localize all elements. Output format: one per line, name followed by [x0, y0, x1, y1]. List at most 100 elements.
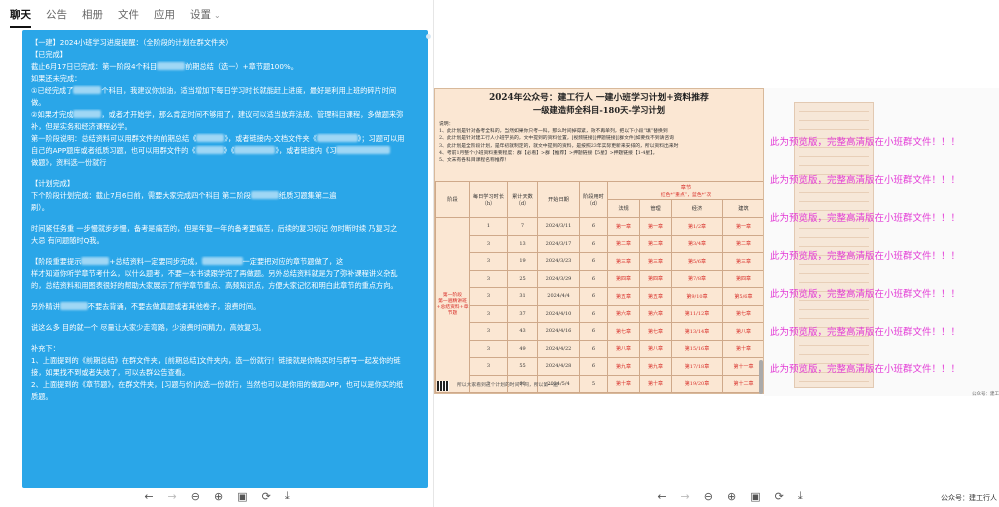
table-cell: 37: [507, 304, 538, 323]
message-line: 【阶段重要提示 +总结资料一定要同步完成， 一定要把对应的章节题做了，这: [31, 256, 419, 268]
document-subtitle: 一级建造师全科目-180天-学习计划: [532, 105, 666, 115]
sheet-footer: 公众号：建工: [972, 392, 999, 397]
table-row: 3 31 2024/4/4 6 第五章 第五章 第9/10章 第5/6章: [436, 287, 763, 306]
table-cell: 13: [507, 234, 538, 253]
col-cumulative-days: 累计天数（d）: [507, 181, 538, 218]
table-cell: 第1/2章: [671, 217, 723, 236]
tab-chat[interactable]: 聊天: [10, 0, 31, 30]
tab-apps[interactable]: 应用: [154, 0, 175, 30]
table-row: 3 19 2024/3/23 6 第三章 第三章 第5/6章 第三章: [436, 252, 763, 271]
tab-album[interactable]: 相册: [82, 0, 103, 30]
sheet-rule: [799, 264, 869, 265]
redacted-text: [195, 146, 224, 154]
table-cell: 第二章: [639, 234, 673, 253]
table-cell: 第二章: [721, 234, 763, 253]
message-text: ①已经完成了: [31, 86, 74, 95]
table-cell: 第十章: [721, 339, 763, 358]
next-arrow-icon[interactable]: →: [168, 490, 177, 503]
table-cell: 2024/3/11: [537, 217, 580, 236]
message-line: 【一建】2024小班学习进度提醒：（全阶段的计划在群文件夹）: [31, 37, 419, 49]
col-subject: 经济: [671, 199, 723, 218]
table-cell: 3: [469, 234, 508, 253]
message-text: 样才知道你听学章节考什么，以什么题考，不要一本书读跟学完了再做题。另外总结资料就…: [31, 269, 398, 278]
viewer-toolbar: ← → ⊖ ⊕ ▣ ⟳ ⤓: [630, 485, 830, 507]
sheet-rule: [799, 156, 869, 157]
table-cell: 第九章: [639, 357, 673, 376]
tab-announcement[interactable]: 公告: [46, 0, 67, 30]
zoom-out-icon[interactable]: ⊖: [704, 490, 713, 503]
table-cell: 第9/10章: [671, 287, 723, 306]
screen: 聊天 公告 相册 文件 应用 设置 ⌄ 【一建】2024小班学习进度提醒：（全阶段…: [0, 0, 999, 507]
message-line: 大忌 有问题随时Q我。: [31, 235, 419, 247]
message-text: 做题》，资料选一份就行: [31, 158, 107, 167]
message-text: 做。: [31, 98, 46, 107]
table-cell: 6: [579, 357, 608, 376]
table-cell: 第一章: [721, 217, 763, 236]
redacted-text: [201, 257, 243, 265]
zoom-out-icon[interactable]: ⊖: [191, 490, 200, 503]
message-line: 自己的APP题库或者纸质习题，也可以用群文件的《 》《 》，或者链接内《习: [31, 145, 419, 157]
table-cell: 第七章: [606, 322, 641, 341]
table-cell: 43: [507, 322, 538, 341]
scrollbar[interactable]: [759, 360, 763, 394]
fit-screen-icon[interactable]: ▣: [237, 490, 247, 503]
message-bubble[interactable]: 【一建】2024小班学习进度提醒：（全阶段的计划在群文件夹） 【已完成】 截止6月1…: [22, 30, 428, 488]
message-text: 说这么多 目的就一个 尽量让大家少走弯路，少浪费时间精力，高效复习。: [31, 323, 266, 332]
download-icon[interactable]: ⤓: [798, 489, 803, 503]
message-line: 做。: [31, 97, 419, 109]
prev-arrow-icon[interactable]: ←: [144, 490, 153, 503]
sheet-rule: [799, 345, 869, 346]
table-cell: 第九章: [606, 357, 641, 376]
note-line: 1、此计划是针对备考全科的，当然如果你只考一科，那么时间掉得紧，效不再单列，把以…: [439, 129, 668, 135]
message-line: ②如果才完成 ，或者才开始学，那么肯定时间不够用了，建议可以适当放弃法规、管理科目…: [31, 109, 419, 121]
preview-notice: 此为预览版，完整高清版在小班群文件！！！: [770, 289, 961, 300]
table-cell: 第15/16章: [671, 339, 723, 358]
table-cell: 1: [469, 217, 508, 236]
table-cell: 6: [579, 322, 608, 341]
table-cell: 第四章: [639, 269, 673, 288]
message-text: ②如果才完成: [31, 110, 74, 119]
fit-screen-icon[interactable]: ▣: [750, 490, 760, 503]
table-cell: 第11/12章: [671, 304, 723, 323]
tab-files[interactable]: 文件: [118, 0, 139, 30]
table-cell: 2024/3/23: [537, 252, 580, 271]
message-text: 截止6月17日已完成：第一阶段4个科目: [31, 62, 158, 71]
table-cell: 31: [507, 287, 538, 306]
next-arrow-icon[interactable]: →: [681, 490, 690, 503]
rotate-icon[interactable]: ⟳: [775, 490, 784, 503]
sheet-rule: [799, 228, 869, 229]
table-cell: 第六章: [639, 304, 673, 323]
download-icon[interactable]: ⤓: [285, 489, 290, 503]
redacted-text: [81, 257, 110, 265]
table-cell: 2024/3/29: [537, 269, 580, 288]
message-line: 时间紧任务重 一步慢就步步慢，备考是痛苦的，但是年复一年的备考更痛苦，后续的复习…: [31, 223, 419, 235]
message-text: 自己的APP题库或者纸质习题，也可以用群文件的《: [31, 146, 196, 155]
message-text: 补充下：: [31, 344, 60, 353]
message-text: 》，或者链接内《习: [275, 146, 337, 155]
message-text: 大忌 有问题随时Q我。: [31, 236, 104, 245]
message-text: 另外精讲: [31, 302, 60, 311]
table-cell: 3: [469, 339, 508, 358]
message-text: 下个阶段计划完成：截止7月6日前，需要大家完成四个科目 第二阶段: [31, 191, 251, 200]
zoom-in-icon[interactable]: ⊕: [214, 490, 223, 503]
rotate-icon[interactable]: ⟳: [262, 490, 271, 503]
table-cell: 6: [579, 252, 608, 271]
prev-arrow-icon[interactable]: ←: [657, 490, 666, 503]
message-text: 一定要把对应的章节题做了，这: [242, 257, 344, 266]
message-line: 截止6月17日已完成：第一阶段4个科目 前期总结（选一）+章节题100%。: [31, 61, 419, 73]
table-cell: 2024/4/22: [537, 339, 580, 358]
status-dot-icon: [426, 34, 431, 39]
chat-tabs: 聊天 公告 相册 文件 应用 设置 ⌄: [0, 0, 434, 30]
sheet-rule: [799, 237, 869, 238]
sheet-rule: [799, 381, 869, 382]
sheet-rule: [799, 120, 869, 121]
redacted-text: [336, 146, 391, 154]
redacted-text: [59, 302, 88, 310]
zoom-in-icon[interactable]: ⊕: [727, 490, 736, 503]
preview-notice: 此为预览版，完整高清版在小班群文件！！！: [770, 137, 961, 148]
tab-settings[interactable]: 设置 ⌄: [190, 0, 221, 31]
sheet-rule: [799, 165, 869, 166]
table-cell: 55: [507, 357, 538, 376]
table-cell: 第七章: [639, 322, 673, 341]
